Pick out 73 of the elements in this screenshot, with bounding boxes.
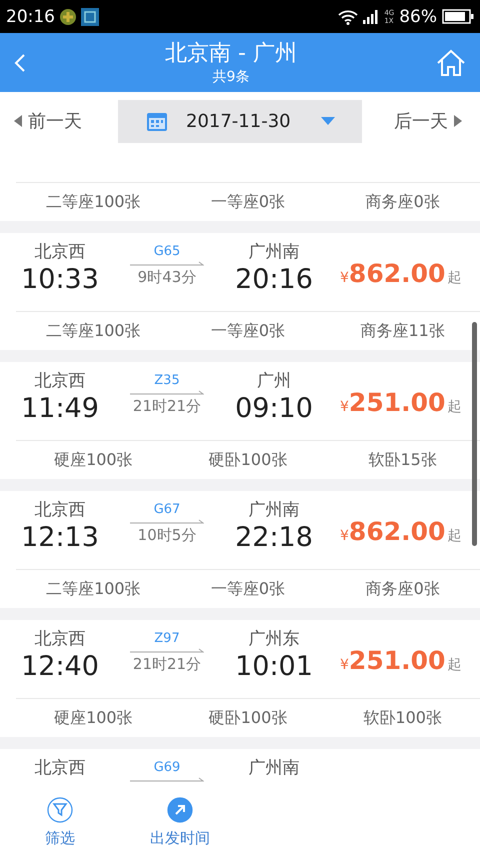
ticket-price: 251.00 (348, 646, 446, 674)
next-day-button[interactable]: 后一天 (362, 109, 480, 133)
currency-symbol: ¥ (340, 398, 349, 414)
arrival-time: 20:16 (235, 263, 313, 297)
right-arrow-icon (454, 115, 462, 127)
seat-availability: 硬座100张 (53, 450, 134, 470)
departure-time: 10:33 (21, 263, 99, 297)
left-arrow-icon (14, 115, 22, 127)
price-suffix: 起 (447, 268, 462, 286)
price-suffix: 起 (447, 526, 462, 544)
departure-time: 12:40 (21, 650, 99, 684)
arrival-station: 广州 (257, 370, 291, 392)
arrival-time: 09:10 (235, 392, 313, 426)
arrival-station: 广州南 (248, 757, 300, 779)
seat-availability: 一等座0张 (210, 578, 286, 600)
train-card[interactable]: 北京西 12:13 G67 10时5分 广州南 22:18 ¥862.00 起 二等座100张 一等座0张 商务座0张 (0, 491, 480, 608)
departure-station: 北京西 (34, 370, 86, 392)
arrival-station: 广州东 (248, 628, 300, 650)
bottom-tab[interactable]: 筛选 (0, 790, 120, 854)
train-card[interactable]: 北京西 10:33 G65 9时43分 广州南 20:16 ¥862.00 起 二等座100张 一等座0张 商务座11张 (0, 233, 480, 350)
price-suffix: 起 (447, 656, 462, 674)
calendar-icon (146, 110, 168, 132)
price-suffix: 起 (447, 398, 462, 416)
signal-icon (363, 10, 380, 24)
arrival-time: 10:01 (235, 650, 313, 684)
home-icon (436, 48, 466, 78)
travel-duration: 21时21分 (132, 654, 202, 675)
seat-availability: 硬座100张 (53, 708, 134, 728)
seat-availability: 商务座0张 (364, 578, 441, 600)
currency-symbol: ¥ (340, 528, 349, 544)
currency-symbol: ¥ (340, 270, 349, 286)
dropdown-caret-icon (320, 117, 335, 125)
arrival-time: 22:18 (235, 521, 313, 555)
arrival-station: 广州南 (248, 241, 300, 263)
date-picker[interactable]: 2017-11-30 (118, 100, 362, 142)
seat-availability: 二等座100张 (45, 320, 142, 342)
arrival-station: 广州南 (248, 499, 300, 521)
seat-availability: 二等座100张 (45, 578, 142, 600)
seat-availability: 一等座0张 (210, 320, 286, 342)
seat-availability: 商务座11张 (360, 320, 446, 342)
train-card[interactable]: 北京西 11:49 Z35 21时21分 广州 09:10 ¥251.00 起 硬座100张 硬卧100张 软卧15张 (0, 362, 480, 479)
ticket-price: 251.00 (348, 388, 446, 416)
screenshot-icon (81, 8, 99, 26)
seat-availability: 软卧15张 (368, 450, 438, 470)
departure-time: 11:49 (21, 392, 99, 426)
bottom-tab[interactable]: 出发时间 (120, 790, 240, 854)
result-count: 共9条 (212, 68, 250, 86)
ticket-price: 862.00 (348, 258, 446, 288)
departure-station: 北京西 (34, 499, 86, 521)
seat-availability: 二等座100张 (45, 192, 142, 212)
seat-availability: 软卧100张 (362, 708, 443, 728)
departure-station: 北京西 (34, 757, 86, 779)
app-notification-icon (59, 8, 77, 26)
departure-station: 北京西 (34, 628, 86, 650)
ticket-price: 862.00 (348, 516, 446, 546)
route-title: 北京南 - 广州 (165, 40, 297, 68)
clock-time: 20:16 (6, 6, 55, 26)
departure-station: 北京西 (34, 241, 86, 263)
currency-symbol: ¥ (340, 656, 349, 672)
departure-time: 12:13 (21, 521, 99, 555)
seat-availability: 一等座0张 (210, 192, 286, 212)
battery-icon (442, 9, 474, 24)
train-card[interactable]: 北京西 12:40 Z97 21时21分 广州东 10:01 ¥251.00 起 硬座100张 硬卧100张 软卧100张 (0, 620, 480, 737)
back-icon (14, 52, 26, 72)
travel-duration: 10时5分 (138, 525, 196, 546)
previous-day-button[interactable]: 前一天 (0, 109, 118, 133)
travel-duration: 21时21分 (132, 396, 202, 417)
battery-percent: 86% (399, 6, 437, 26)
seat-availability: 商务座0张 (364, 192, 441, 212)
travel-duration: 9时43分 (138, 267, 196, 288)
seat-availability: 硬卧100张 (208, 708, 288, 728)
wifi-icon (338, 8, 358, 24)
seat-availability: 硬卧100张 (208, 450, 288, 470)
